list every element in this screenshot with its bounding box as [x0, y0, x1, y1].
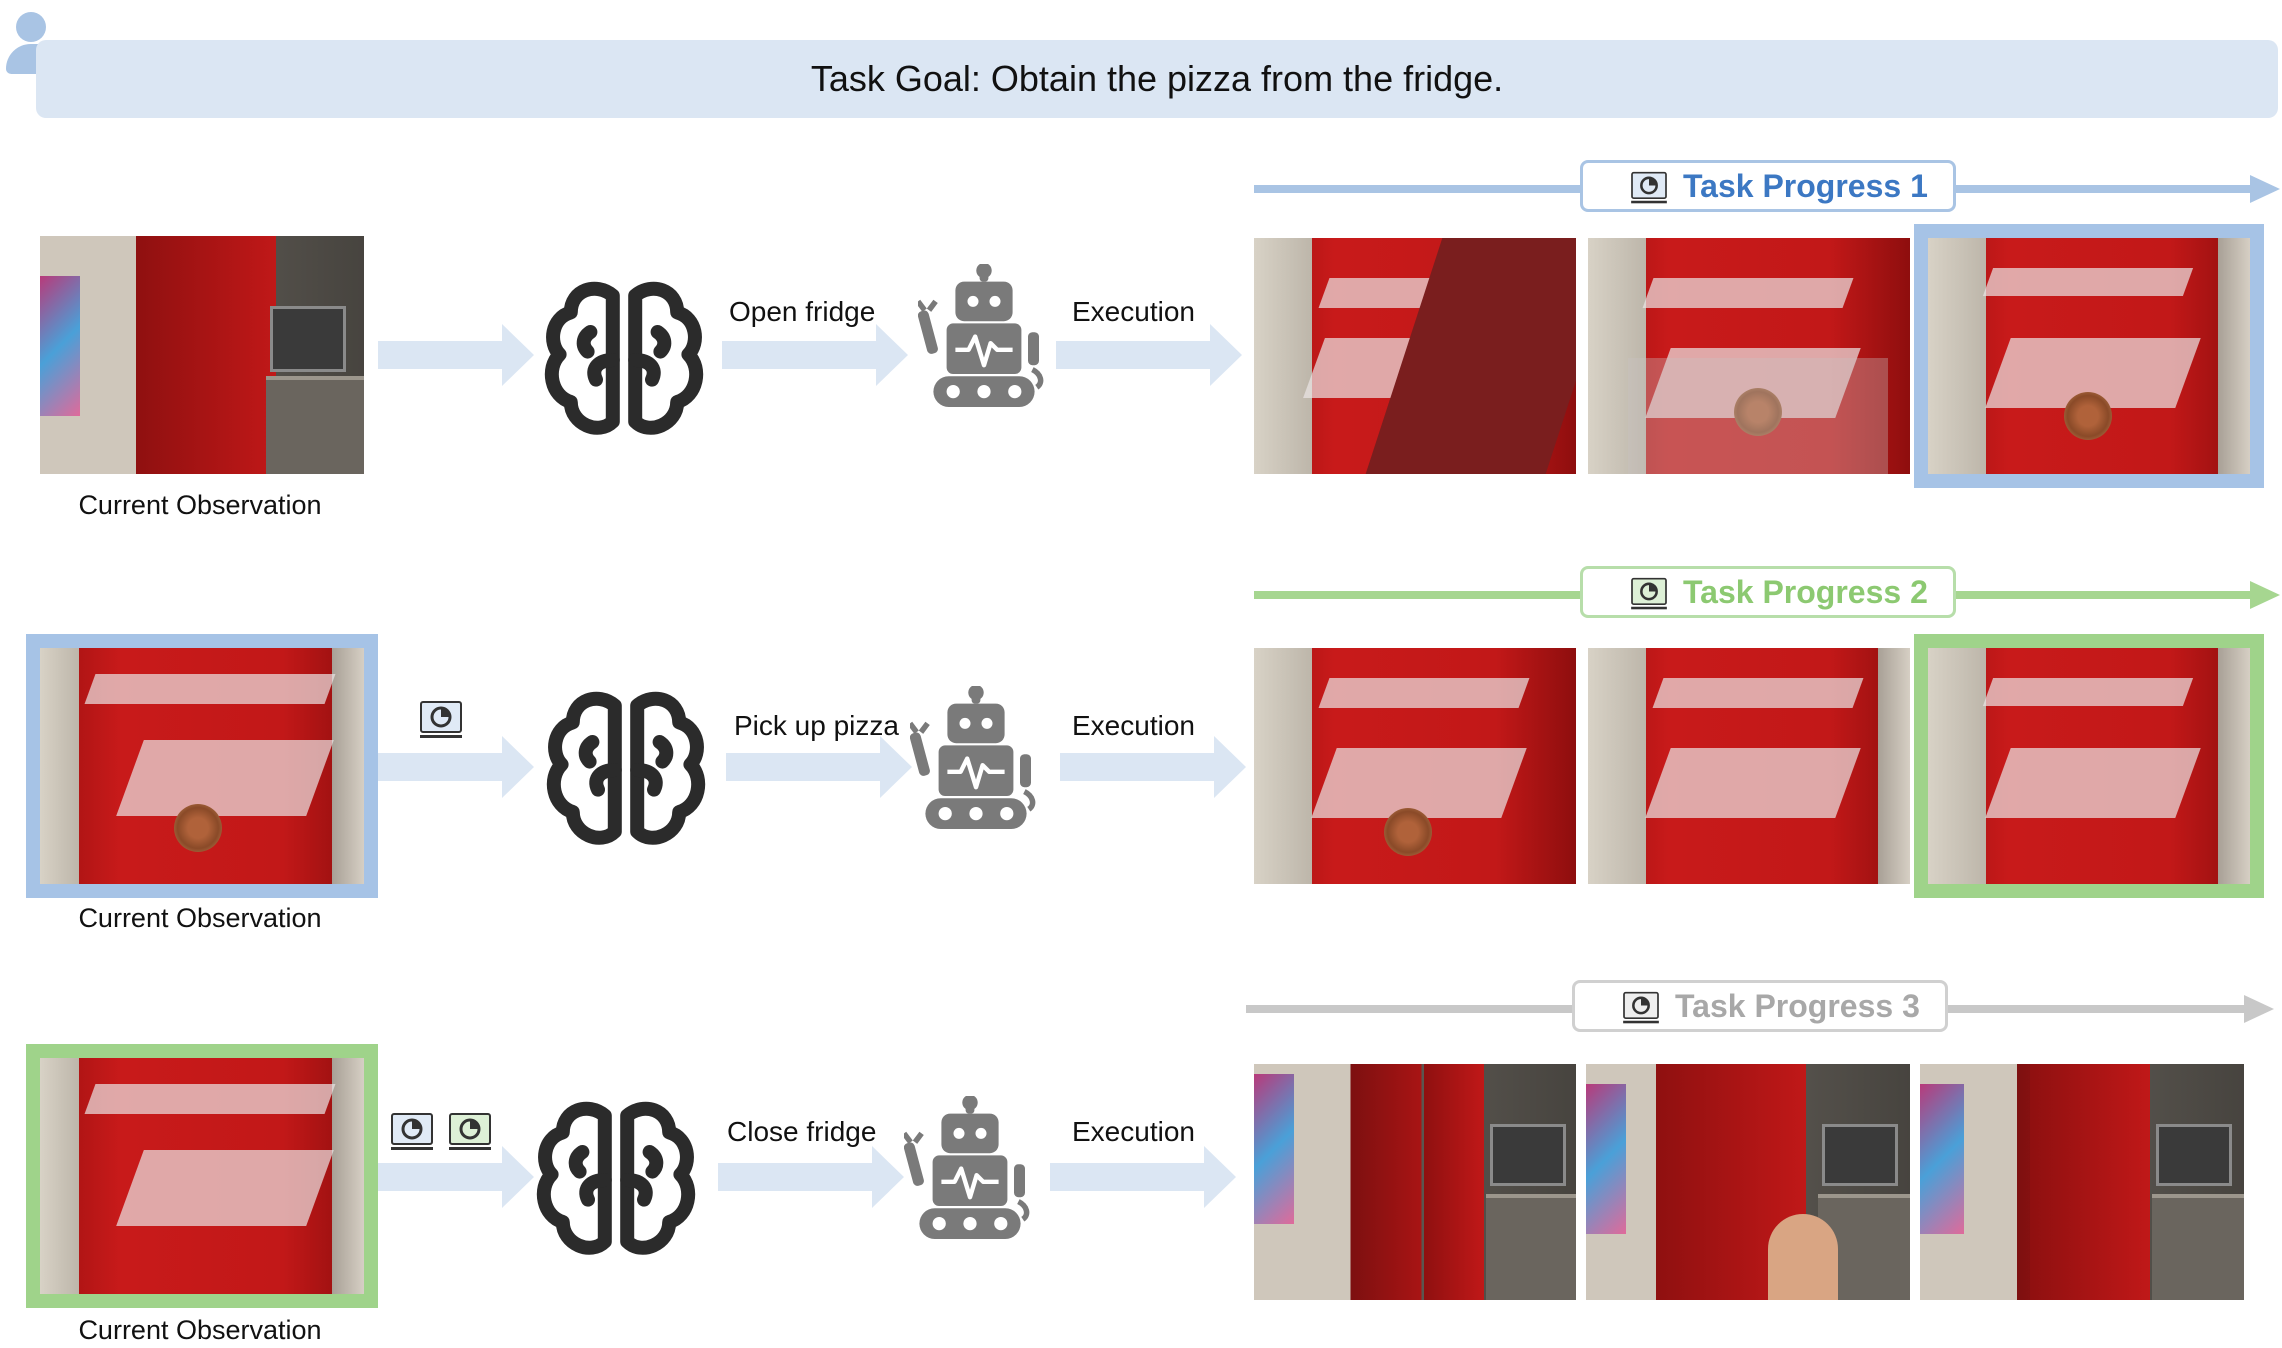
observation-label: Current Observation — [78, 490, 322, 520]
task-progress-badge: Task Progress 2 — [1580, 566, 1956, 618]
execution-frame — [1254, 1064, 1576, 1300]
observation-image-selected — [40, 648, 364, 884]
execution-frame — [1254, 648, 1576, 884]
brain-icon — [538, 276, 710, 444]
flow-arrow — [1056, 324, 1242, 386]
flow-arrow — [726, 736, 912, 798]
execution-label: Execution — [1072, 1116, 1195, 1147]
progress-monitor-icon — [1629, 577, 1669, 611]
observation-label: Current Observation — [78, 1315, 322, 1345]
execution-frame — [1588, 648, 1910, 884]
execution-frame — [1586, 1064, 1910, 1300]
brain-icon — [540, 686, 712, 854]
flow-arrow — [1050, 1146, 1236, 1208]
flow-arrow — [378, 736, 534, 798]
flow-arrow — [722, 324, 908, 386]
brain-icon — [530, 1096, 702, 1264]
flow-arrow — [378, 324, 534, 386]
execution-frame-selected — [1928, 648, 2250, 884]
task-progress-badge: Task Progress 3 — [1572, 980, 1948, 1032]
progress-monitor-icon — [418, 700, 464, 740]
execution-frame-selected — [1928, 238, 2250, 474]
flow-arrow — [718, 1146, 904, 1208]
progress-monitor-icon — [1621, 991, 1661, 1025]
progress-monitor-icon — [1629, 171, 1669, 205]
task-goal-text: Task Goal: Obtain the pizza from the fri… — [810, 58, 1504, 99]
robot-icon — [918, 264, 1050, 418]
task-progress-badge: Task Progress 1 — [1580, 160, 1956, 212]
robot-icon — [910, 686, 1042, 840]
flow-arrow — [1060, 736, 1246, 798]
observation-image — [40, 236, 364, 474]
execution-frame — [1254, 238, 1576, 474]
flow-arrow — [378, 1146, 534, 1208]
observation-image-selected — [40, 1058, 364, 1294]
action-label: Close fridge — [727, 1116, 877, 1147]
observation-label: Current Observation — [78, 903, 322, 933]
robot-icon — [904, 1096, 1036, 1250]
execution-frame — [1588, 238, 1910, 474]
execution-frame — [1920, 1064, 2244, 1300]
